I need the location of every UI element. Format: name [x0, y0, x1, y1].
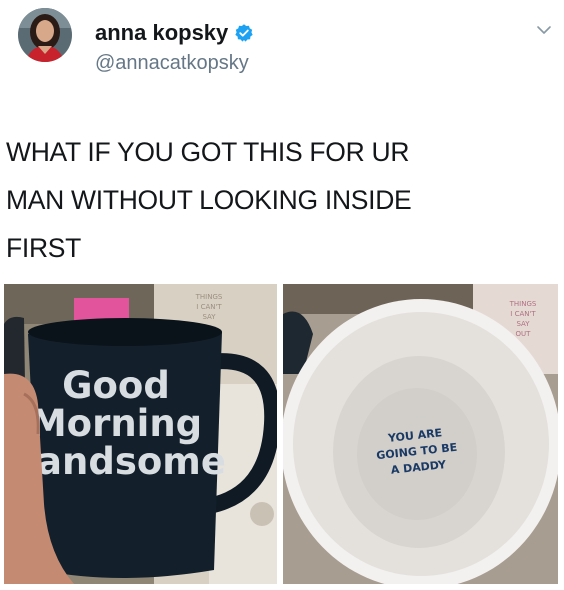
sign-line: I CAN'T [196, 303, 222, 311]
mug-outside-image: THINGS I CAN'T SAY Good Morning Handsome [4, 284, 277, 584]
sign-line: SAY [202, 313, 216, 321]
mug-text-line: Good [62, 364, 170, 407]
sign-line: I CAN'T [510, 310, 536, 318]
tweet-text-line: FIRST [6, 233, 82, 263]
tweet-text: WHAT IF YOU GOT THIS FOR UR MAN WITHOUT … [6, 128, 546, 272]
tweet-text-line: MAN WITHOUT LOOKING INSIDE [6, 185, 412, 215]
display-name-text[interactable]: anna kopsky [95, 20, 228, 46]
mug-inside-image: THINGS I CAN'T SAY OUT YOU ARE GOING TO … [283, 284, 558, 584]
chevron-down-icon[interactable] [536, 22, 552, 38]
sign-line: THINGS [509, 300, 537, 308]
mug-text-line: Morning [30, 402, 202, 445]
sign-line: OUT [516, 330, 532, 338]
avatar[interactable] [18, 8, 72, 62]
user-handle[interactable]: @annacatkopsky [95, 52, 249, 75]
tweet-photo-mug-outside[interactable]: THINGS I CAN'T SAY Good Morning Handsome [4, 284, 277, 584]
avatar-image [18, 8, 72, 62]
tweet-header: anna kopsky @annacatkopsky [0, 0, 564, 100]
sign-line: SAY [516, 320, 530, 328]
verified-badge-icon [235, 24, 253, 42]
sign-line: THINGS [195, 293, 223, 301]
tweet-photo-mug-inside[interactable]: THINGS I CAN'T SAY OUT YOU ARE GOING TO … [283, 284, 558, 584]
display-name[interactable]: anna kopsky [95, 20, 254, 46]
tweet-text-line: WHAT IF YOU GOT THIS FOR UR [6, 137, 410, 167]
